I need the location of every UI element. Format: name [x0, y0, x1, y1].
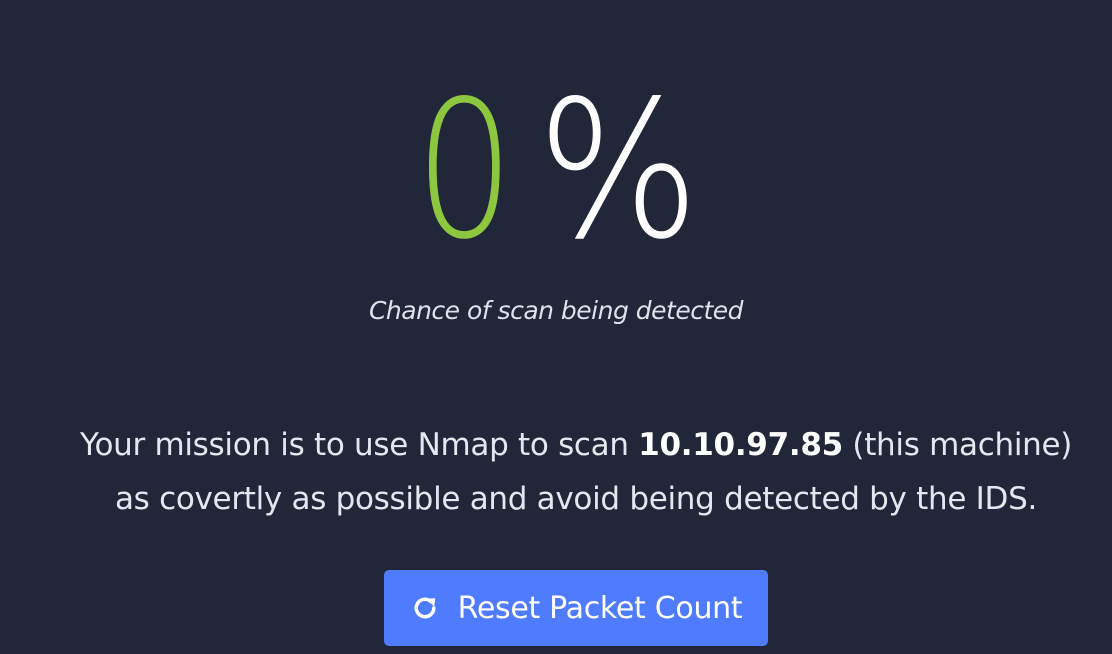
mission-text-intro: Your mission is to use Nmap to scan — [79, 427, 639, 463]
refresh-icon — [414, 597, 436, 619]
detection-caption: Chance of scan being detected — [368, 296, 744, 325]
detection-value: 0 — [415, 60, 514, 281]
mission-text-machine: (this machine) — [842, 427, 1073, 463]
detection-panel: 0% Chance of scan being detected Your mi… — [0, 0, 1112, 654]
mission-text-goal: as covertly as possible and avoid being … — [114, 481, 1038, 517]
target-ip: 10.10.97.85 — [638, 427, 843, 463]
reset-packet-count-button[interactable]: Reset Packet Count — [384, 570, 768, 646]
detection-percentage: 0% — [0, 76, 1112, 266]
reset-button-label: Reset Packet Count — [457, 590, 743, 626]
percent-sign: % — [537, 60, 700, 281]
mission-text: Your mission is to use Nmap to scan 10.1… — [20, 418, 1112, 526]
